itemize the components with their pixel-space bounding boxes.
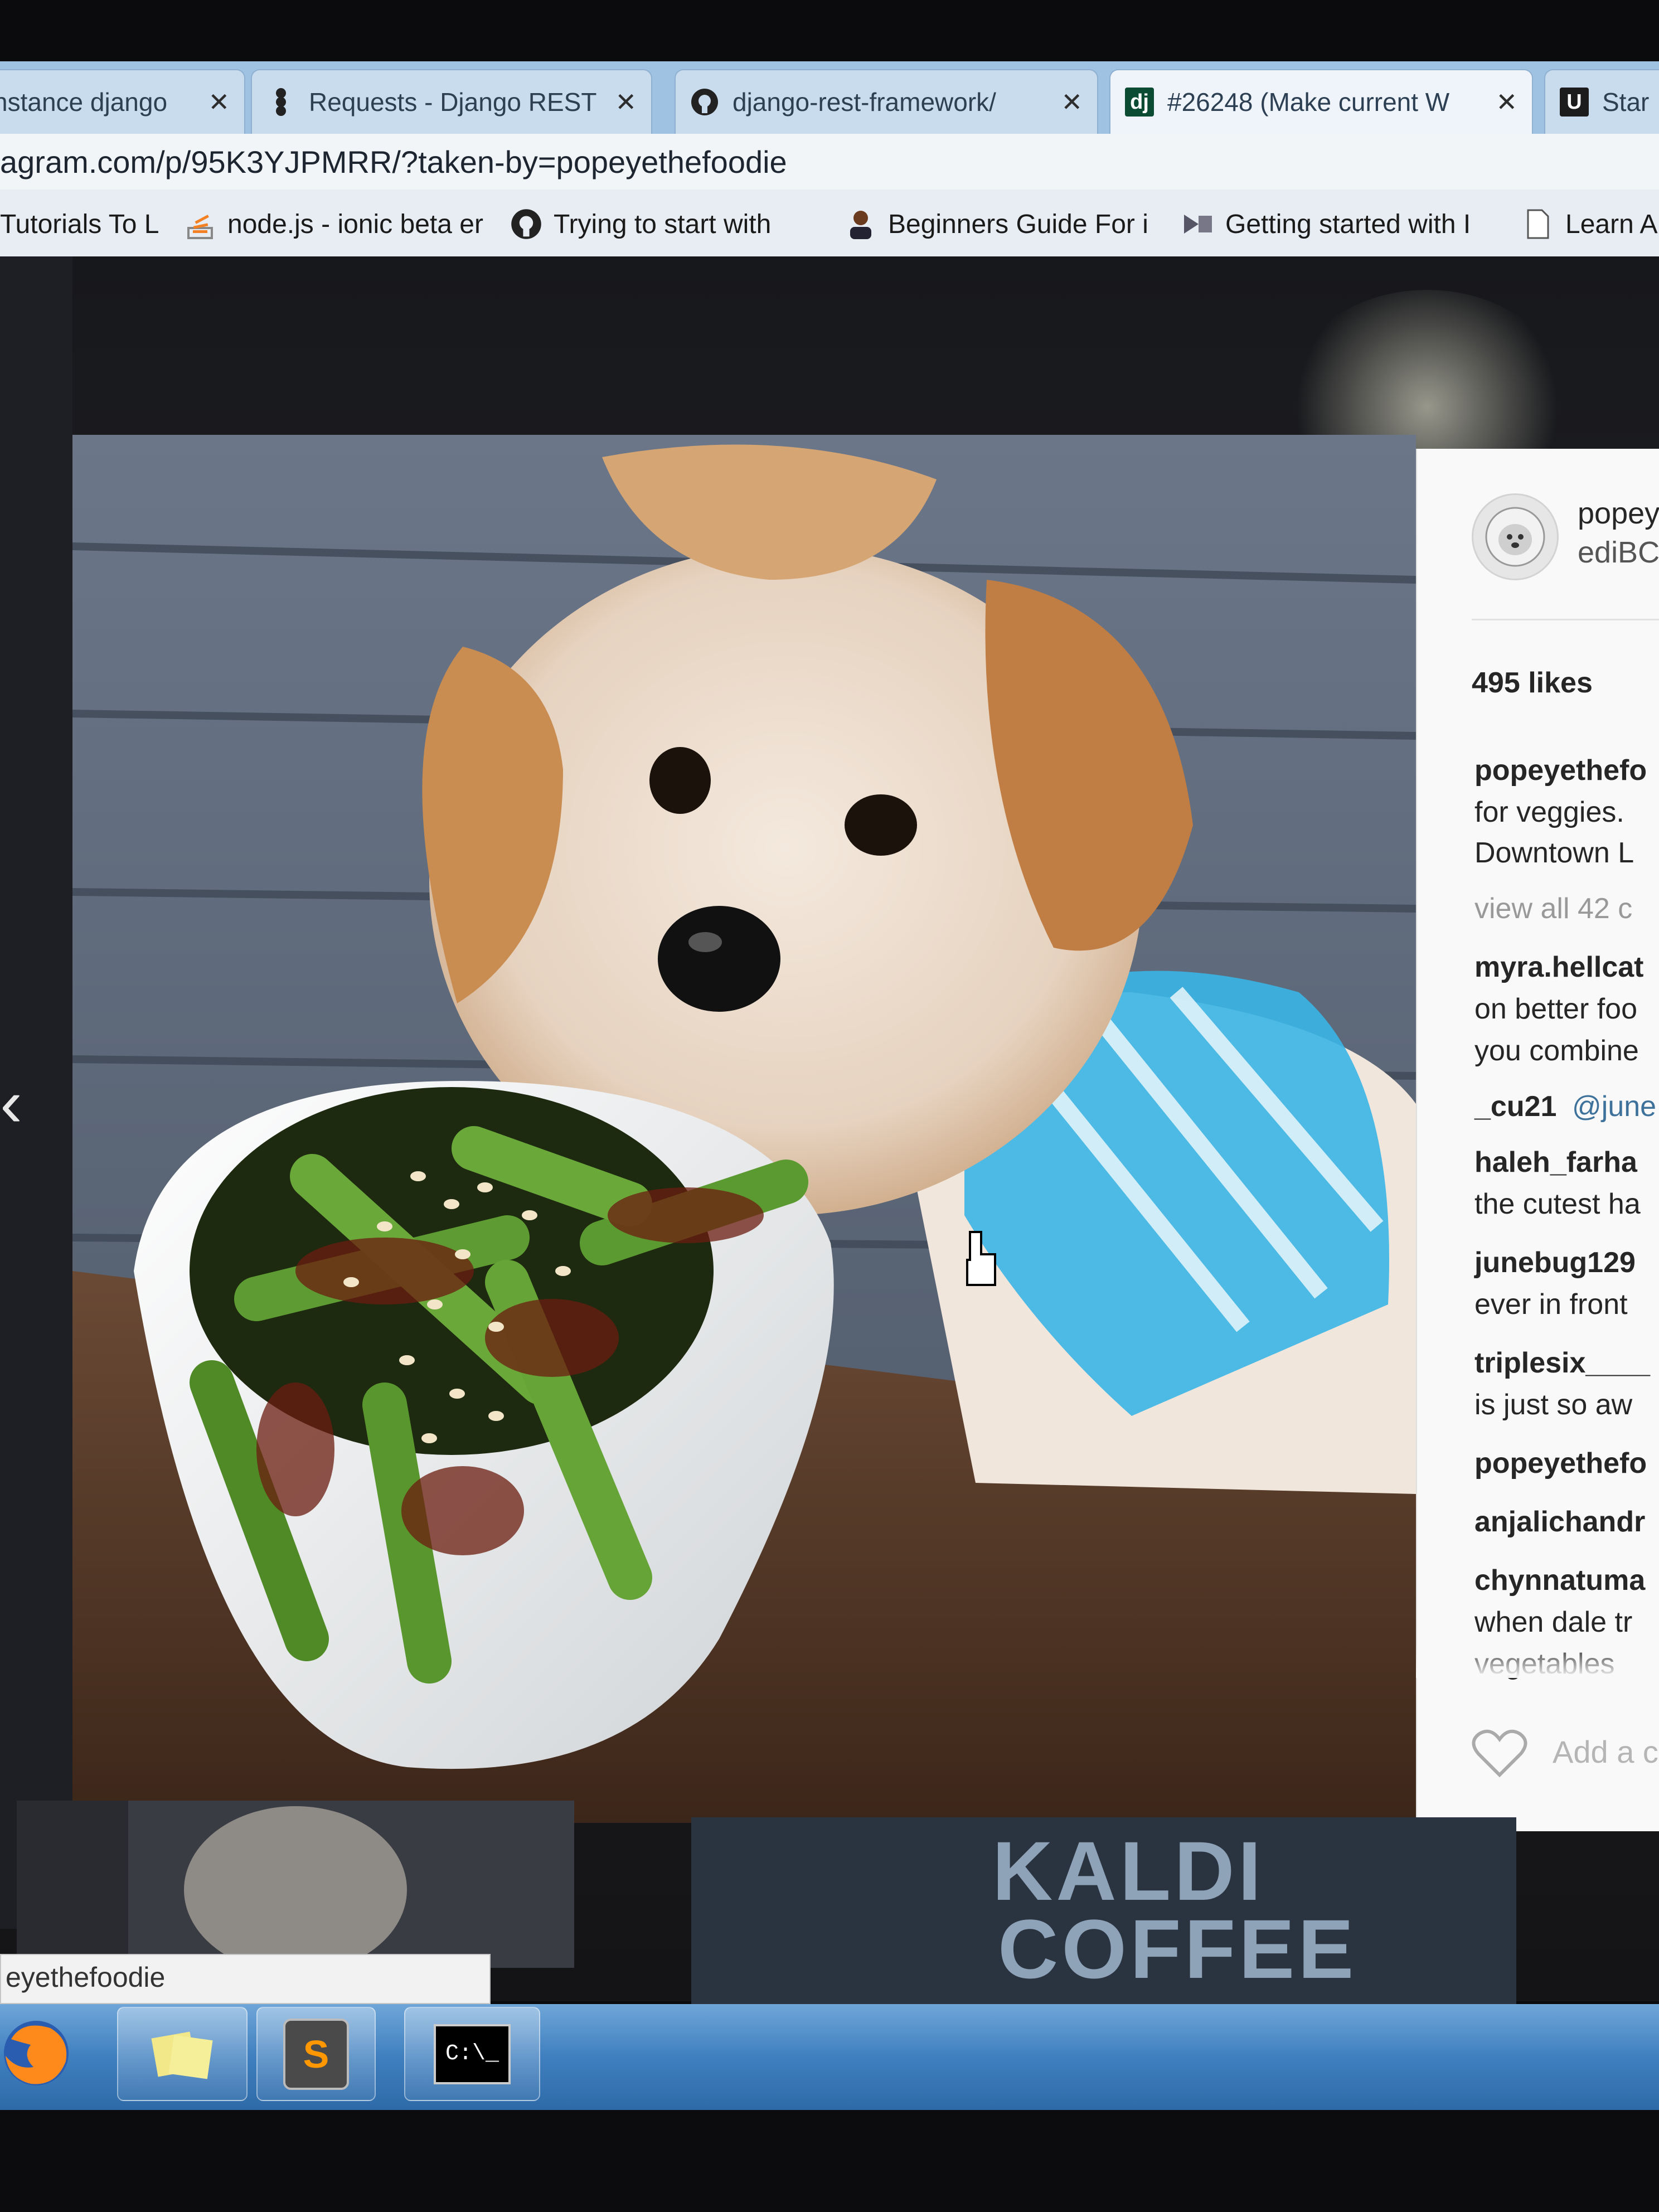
- tab-django-rest-framework[interactable]: django-rest-framework/ ✕: [675, 69, 1098, 134]
- sublime-text-icon[interactable]: S: [256, 2007, 376, 2101]
- tab-title: #26248 (Make current W: [1167, 88, 1450, 117]
- thumbnail-sign-text: COFFEE: [998, 1902, 1357, 1996]
- stackoverflow-icon: [184, 208, 216, 240]
- github-icon: [510, 208, 542, 240]
- comment-text: when dale tr: [1474, 1606, 1633, 1638]
- post-username[interactable]: popeye: [1578, 496, 1659, 531]
- tab-star[interactable]: U Star: [1544, 69, 1659, 134]
- bookmark-label: Learn A: [1565, 209, 1658, 239]
- comment-user[interactable]: junebug129: [1474, 1246, 1636, 1279]
- comment-user[interactable]: _cu21: [1474, 1090, 1556, 1123]
- bookmark-learn[interactable]: Learn A: [1522, 202, 1657, 246]
- close-icon[interactable]: ✕: [615, 87, 637, 117]
- status-bar-url: eyethefoodie: [6, 1962, 166, 1993]
- url-text[interactable]: agram.com/p/95K3YJPMRR/?taken-by=popeyet…: [0, 144, 787, 180]
- comment-text: on better foo: [1474, 993, 1637, 1025]
- firefox-icon[interactable]: [0, 2007, 84, 2099]
- cmd-logo: C:\_: [434, 2024, 511, 2084]
- add-comment-input[interactable]: Add a c: [1553, 1734, 1658, 1770]
- sticky-notes-icon[interactable]: [117, 2007, 248, 2101]
- django-icon: dj: [1125, 88, 1154, 117]
- tab-title: nstance django: [0, 88, 168, 117]
- bookmark-tutorials[interactable]: Tutorials To L: [0, 202, 159, 246]
- tab-title: django-rest-framework/: [733, 88, 996, 117]
- comment-user[interactable]: popeyethefo: [1474, 1447, 1647, 1480]
- likes-count[interactable]: 495 likes: [1472, 666, 1593, 700]
- command-prompt-icon[interactable]: C:\_: [404, 2007, 540, 2101]
- udemy-icon: U: [1560, 88, 1589, 117]
- previous-arrow-icon[interactable]: ‹: [0, 1065, 22, 1142]
- bookmark-beginners-guide[interactable]: Beginners Guide For i: [845, 202, 1148, 246]
- taskbar: [0, 2004, 1659, 2110]
- ionic-icon: [1182, 208, 1214, 240]
- comment-user[interactable]: triplesix____: [1474, 1346, 1650, 1380]
- sublime-logo: S: [283, 2018, 349, 2090]
- caption-text: Downtown L: [1474, 837, 1634, 869]
- comment-user[interactable]: anjalichandr: [1474, 1505, 1645, 1539]
- bookmark-label: Beginners Guide For i: [888, 209, 1148, 239]
- avatar[interactable]: [1472, 493, 1559, 580]
- comment-text: is just so aw: [1474, 1389, 1633, 1421]
- heart-icon[interactable]: [1472, 1728, 1527, 1778]
- close-icon[interactable]: ✕: [1496, 87, 1517, 117]
- tab-title: Star: [1602, 88, 1650, 117]
- thumbnail-dog[interactable]: [17, 1801, 574, 1968]
- dog-avatar-icon: [1485, 507, 1545, 567]
- monitor-bezel: [0, 2110, 1659, 2212]
- comment-text: the cutest ha: [1474, 1188, 1641, 1220]
- tab-bar: nstance django ✕ Requests - Django REST …: [0, 61, 1659, 135]
- caption-text: for veggies.: [1474, 796, 1624, 828]
- comment-text: ever in front: [1474, 1288, 1628, 1321]
- bookmark-label: Trying to start with: [554, 209, 772, 239]
- bookmark-trying-to-start[interactable]: Trying to start with: [510, 202, 771, 246]
- github-icon: [690, 88, 719, 117]
- comment-mention[interactable]: @june: [1572, 1090, 1656, 1123]
- comment-user[interactable]: chynnatuma: [1474, 1564, 1645, 1597]
- comments-fade: [1416, 1645, 1659, 1678]
- tab-ticket-26248[interactable]: dj #26248 (Make current W ✕: [1109, 69, 1533, 134]
- caption-user[interactable]: popeyethefo: [1474, 754, 1647, 787]
- post-photo[interactable]: [72, 435, 1416, 1823]
- comment-text: you combine: [1474, 1035, 1639, 1067]
- close-icon[interactable]: ✕: [1061, 87, 1083, 117]
- view-all-comments-link[interactable]: view all 42 c: [1474, 892, 1632, 925]
- bookmark-getting-started[interactable]: Getting started with I: [1182, 202, 1471, 246]
- comment-user[interactable]: haleh_farha: [1474, 1146, 1637, 1179]
- close-icon[interactable]: ✕: [208, 87, 230, 117]
- bookmark-label: Getting started with I: [1225, 209, 1471, 239]
- panel-divider: [1472, 619, 1659, 620]
- tab-requests-django-rest[interactable]: Requests - Django REST ✕: [251, 69, 652, 134]
- bookmark-label: Tutorials To L: [0, 209, 159, 239]
- user-icon: [845, 208, 877, 240]
- post-location[interactable]: ediBC: [1578, 535, 1659, 570]
- tab-title: Requests - Django REST: [309, 88, 597, 117]
- bookmark-label: node.js - ionic beta er: [227, 209, 483, 239]
- bookmark-nodejs-ionic[interactable]: node.js - ionic beta er: [184, 202, 483, 246]
- tab-instance-django[interactable]: nstance django ✕: [0, 69, 245, 134]
- django-rest-icon: [266, 88, 295, 117]
- comment-user[interactable]: myra.hellcat: [1474, 950, 1644, 984]
- page-icon: [1522, 208, 1554, 240]
